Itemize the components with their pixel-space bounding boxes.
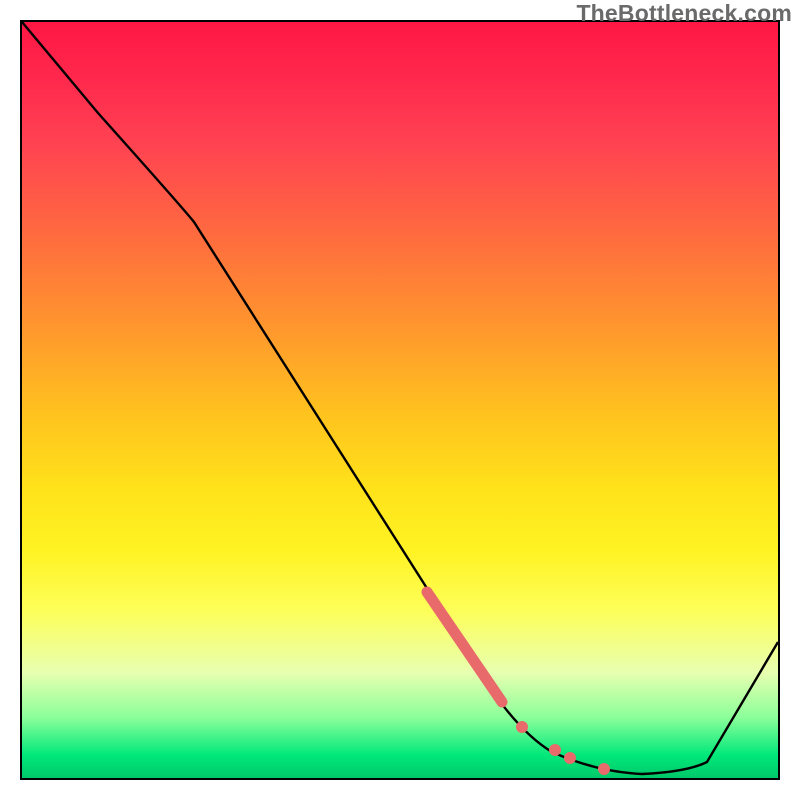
chart-canvas: TheBottleneck.com [0, 0, 800, 800]
watermark-label: TheBottleneck.com [576, 0, 792, 27]
bottleneck-curve-line [22, 22, 778, 774]
marker-dot-c [564, 752, 576, 764]
marker-dot-a [516, 721, 528, 733]
plot-area [20, 20, 780, 780]
marker-dot-b [549, 744, 561, 756]
marker-dense-segment [427, 592, 502, 702]
chart-overlay-svg [22, 22, 778, 778]
marker-dot-d [598, 763, 610, 775]
